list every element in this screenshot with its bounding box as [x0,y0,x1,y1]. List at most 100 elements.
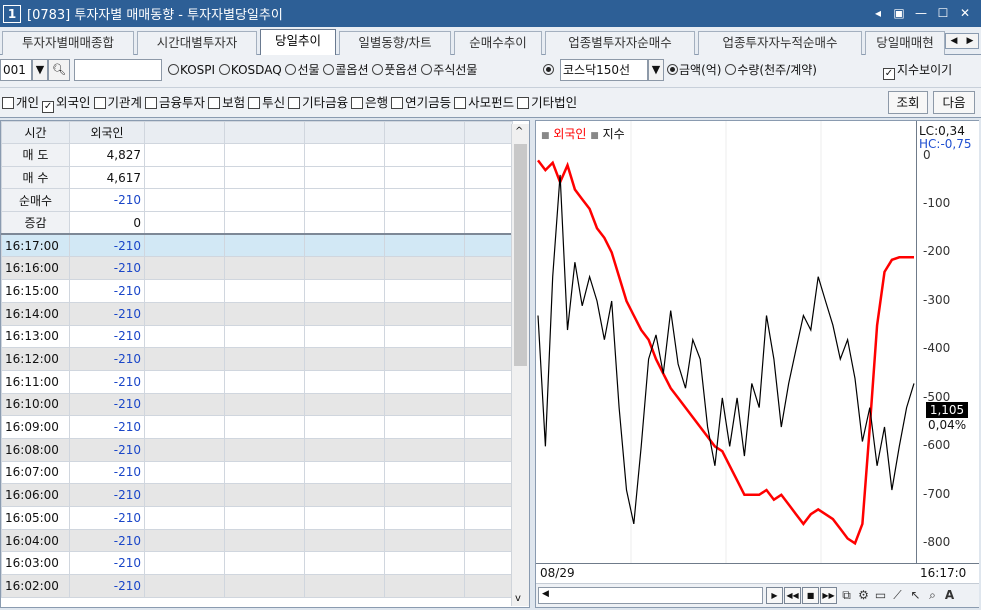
grid-scrollbar[interactable]: ^ v [511,124,529,606]
investor-checkbox-7[interactable]: 은행 [351,95,388,110]
investor-label: 금융투자 [159,95,206,110]
scroll-up-icon[interactable]: ^ [515,126,523,137]
maximize-icon[interactable]: ☐ [934,0,952,27]
play-icon[interactable]: ▶ [766,587,783,604]
table-row[interactable]: 16:17:00 -210 [1,233,513,258]
row-time: 16:04:00 [1,528,70,553]
stop-icon[interactable]: ■ [802,587,819,604]
fast-forward-icon[interactable]: ▶▶ [820,587,837,604]
checkbox-box[interactable] [93,97,106,109]
checkbox-box[interactable] [2,97,14,109]
radio-call-option[interactable]: 콜옵션 [323,63,369,77]
table-row[interactable]: 16:15:00 -210 [1,279,513,303]
rewind-icon[interactable]: ◀◀ [784,587,801,604]
table-row[interactable]: 16:14:00 -210 [1,301,513,326]
checkbox-box[interactable] [208,97,221,109]
checkbox-box[interactable]: ✓ [42,101,55,113]
radio-selected[interactable] [543,59,555,81]
radio-kosdaq[interactable]: KOSDAQ [218,63,282,77]
settings-icon[interactable]: ⚙ [856,587,871,604]
checkbox-box[interactable] [517,97,530,109]
table-row[interactable]: 16:13:00 -210 [1,324,513,349]
line-tool-icon[interactable]: ⟋ [890,587,905,604]
code-input[interactable]: 001 [0,59,32,81]
market-dropdown-icon[interactable]: ▼ [648,59,664,81]
tab-left-icon[interactable]: ◀ [951,36,958,46]
row-time: 16:11:00 [1,369,70,394]
minimize-icon[interactable]: — [912,0,930,27]
table-row[interactable]: 16:03:00 -210 [1,551,513,576]
tab-sector-cumulative[interactable]: 업종투자자누적순매수 [698,31,862,55]
investor-checkbox-6[interactable]: 기타금융 [288,95,348,110]
row-time: 16:07:00 [1,460,70,485]
checkbox-box[interactable] [454,97,467,109]
checkbox-box[interactable] [351,97,364,109]
investor-checkbox-2[interactable]: 기관계 [93,95,142,110]
checkbox-box[interactable] [145,97,158,109]
window-number: 1 [3,4,21,23]
checkbox-box[interactable] [248,97,261,109]
table-row[interactable]: 16:08:00 -210 [1,437,513,462]
layout-icon[interactable]: ▭ [873,587,888,604]
table-row[interactable]: 16:06:00 -210 [1,483,513,507]
tab-right-icon[interactable]: ▶ [967,36,974,46]
link-icon[interactable]: ▣ [890,0,908,27]
query-button[interactable]: 조회 [888,91,928,114]
row-value: -210 [69,551,145,576]
table-row[interactable]: 16:09:00 -210 [1,415,513,439]
checkbox-box[interactable] [391,97,404,109]
name-input[interactable] [74,59,162,81]
code-dropdown-icon[interactable]: ▼ [32,59,48,81]
search-icon[interactable]: 🔍︎ [48,59,70,81]
text-tool-icon[interactable]: A [942,587,957,604]
scroll-thumb[interactable] [514,144,527,366]
next-button[interactable]: 다음 [933,91,975,114]
scroll-down-icon[interactable]: v [515,593,521,604]
investor-checkbox-8[interactable]: 연기금등 [391,95,451,110]
collapse-icon[interactable]: ◂ [870,0,886,27]
tab-daily-trading[interactable]: 당일매매현 [865,31,945,55]
checkbox-box[interactable] [288,97,301,109]
investor-checkbox-1[interactable]: ✓ 외국인 [42,95,91,113]
market-select[interactable]: 코스닥150선 [560,59,648,81]
radio-stock-futures[interactable]: 주식선물 [421,63,477,77]
table-row[interactable]: 16:12:00 -210 [1,347,513,371]
tab-scroll-arrows[interactable]: ◀ ▶ [945,33,979,49]
investor-checkbox-3[interactable]: 금융투자 [145,95,205,110]
chart-scrollbar[interactable]: ◀ [538,587,763,604]
investor-checkbox-4[interactable]: 보험 [208,95,245,110]
tab-time-investor[interactable]: 시간대별투자자 [137,31,257,55]
radio-put-option[interactable]: 풋옵션 [372,63,417,77]
table-row[interactable]: 16:11:00 -210 [1,369,513,394]
table-row[interactable]: 16:10:00 -210 [1,392,513,417]
chart-copy-icon[interactable]: ⧉ [839,587,854,604]
radio-futures[interactable]: 선물 [285,63,320,77]
row-value: -210 [69,256,145,281]
table-row[interactable]: 16:16:00 -210 [1,256,513,281]
investor-checkbox-0[interactable]: 개인 [2,95,39,110]
tab-net-buy-trend[interactable]: 순매수추이 [454,31,542,55]
zoom-icon[interactable]: ⌕ [925,587,940,604]
investor-checkbox-10[interactable]: 기타법인 [517,95,577,110]
investor-checkbox-5[interactable]: 투신 [248,95,285,110]
table-row[interactable]: 16:04:00 -210 [1,528,513,553]
investor-checkbox-9[interactable]: 사모펀드 [454,95,514,110]
cursor-icon[interactable]: ↖ [908,587,923,604]
lc-label: LC:0,34 [919,124,965,138]
show-index-checkbox[interactable]: ✓ 지수보이기 [883,59,952,81]
table-row[interactable]: 16:05:00 -210 [1,506,513,530]
row-time: 16:06:00 [1,483,70,507]
table-row[interactable]: 16:07:00 -210 [1,460,513,485]
close-icon[interactable]: ✕ [956,0,974,27]
radio-amount[interactable]: 금액(억) [667,63,721,77]
grid-header-row: 시간 외국인 [1,121,513,144]
radio-kospi[interactable]: KOSPI [168,63,215,77]
summary-row: 순매수 -210 [1,188,513,213]
tab-sector-net-buy[interactable]: 업종별투자자순매수 [545,31,695,55]
table-row[interactable]: 16:02:00 -210 [1,574,513,598]
tab-daily-chart[interactable]: 일별동향/차트 [339,31,451,55]
radio-quantity[interactable]: 수량(천주/계약) [725,63,817,77]
investor-label: 연기금등 [405,95,452,110]
tab-intraday-trend[interactable]: 당일추이 [260,29,336,56]
tab-investor-summary[interactable]: 투자자별매매종합 [2,31,134,55]
